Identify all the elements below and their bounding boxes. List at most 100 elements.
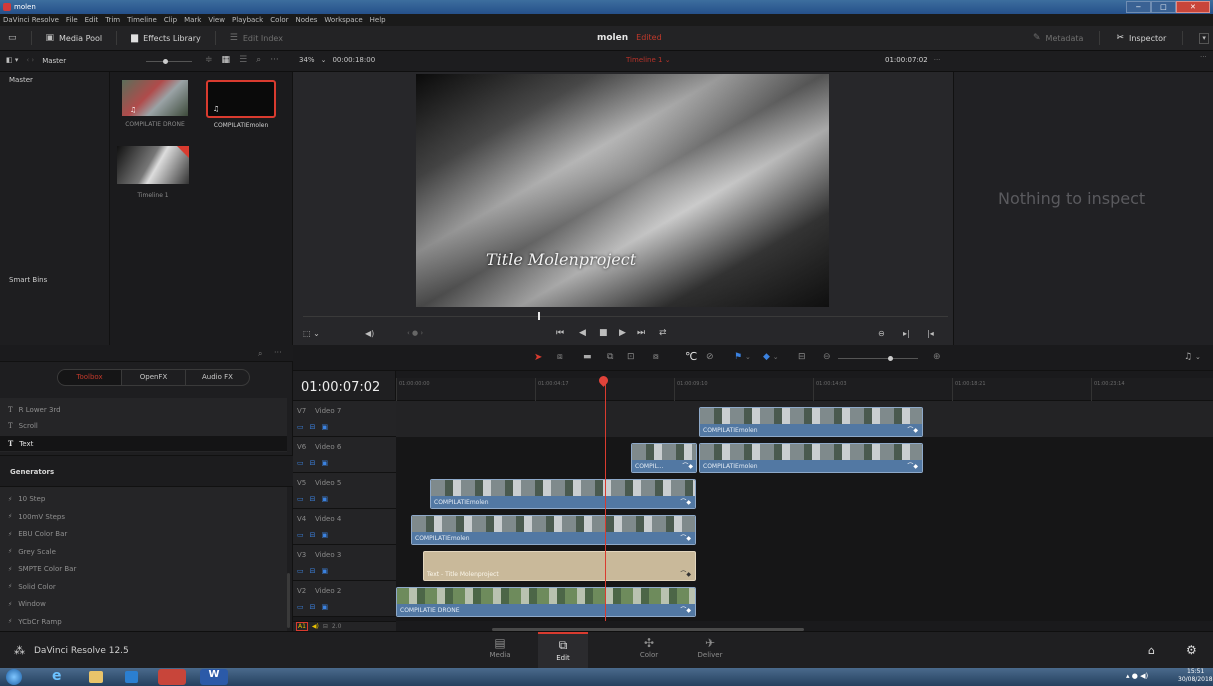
audio-meter-icon[interactable]: ♫ ⌄	[1184, 353, 1201, 362]
minimize-button[interactable]: −	[1126, 1, 1151, 13]
menu-item-edit[interactable]: Edit	[85, 14, 99, 26]
page-edit[interactable]: ⧉ Edit	[538, 632, 588, 669]
viewer-scrub-bar[interactable]	[303, 312, 948, 320]
davinci-taskbar-icon[interactable]	[158, 669, 186, 685]
track-header-v6[interactable]: V6 Video 6 ▭⊟▣	[293, 437, 396, 473]
page-color[interactable]: ✣ Color	[627, 636, 671, 659]
media-item-timeline-1[interactable]: Timeline 1	[116, 146, 190, 206]
more-options-icon[interactable]: ···	[270, 56, 279, 65]
track-controls-icon[interactable]: ▭⊟▣	[297, 423, 334, 431]
menu-item-trim[interactable]: Trim	[105, 14, 120, 26]
effects-search-icon[interactable]: ⌕	[258, 349, 262, 358]
zoom-dropdown-icon[interactable]: ⌄	[321, 56, 327, 65]
go-to-start-icon[interactable]: ⏮	[556, 329, 564, 338]
blade-tool-icon[interactable]: ▬	[583, 353, 592, 362]
timeline-ruler[interactable]: 01:00:00:00 01:00:04:17 01:00:09:10 01:00:1…	[396, 378, 1213, 401]
timeline-view-icon[interactable]: ⊟	[798, 353, 806, 362]
internet-explorer-icon[interactable]: e	[52, 668, 62, 684]
loop-icon[interactable]: ⇄	[659, 329, 667, 338]
title-item-lower-3rd[interactable]: TR Lower 3rd	[8, 406, 61, 414]
menu-item-file[interactable]: File	[66, 14, 78, 26]
viewer-frame[interactable]: Title Molenproject	[416, 74, 829, 307]
track-header-v7[interactable]: V7 Video 7 ▭⊟▣	[293, 401, 396, 437]
menu-item-color[interactable]: Color	[270, 14, 288, 26]
flag-icon[interactable]: ⚑ ⌄	[734, 353, 751, 362]
grid-view-icon[interactable]: ▦	[222, 56, 231, 65]
clip-v5-compilatiemolen[interactable]: COMPILATIEmolen ⌒◆	[430, 479, 696, 509]
media-item-compilatie-drone[interactable]: ♫ COMPILATIE DRONE	[120, 80, 190, 132]
zoom-in-icon[interactable]: ⊕	[933, 353, 941, 362]
clip-v3-text-title[interactable]: Text - Title Molenproject ⌒◆	[423, 551, 696, 581]
viewer-options-icon[interactable]: ···	[934, 56, 941, 64]
menu-item-timeline[interactable]: Timeline	[127, 14, 157, 26]
media-pool-button[interactable]: ▣ Media Pool	[46, 33, 103, 43]
media-player-icon[interactable]	[125, 671, 138, 683]
mark-in-icon[interactable]: ▸|	[903, 329, 910, 338]
page-media[interactable]: ▤ Media	[478, 636, 522, 659]
title-item-scroll[interactable]: T Scroll	[8, 422, 38, 430]
clip-v6-compilatiemolen[interactable]: COMPILATIEmolen ⌒◆	[699, 443, 923, 473]
media-item-compilatiemolen[interactable]: ♫ COMPILATIEmolen	[205, 80, 277, 132]
tab-audio-fx[interactable]: Audio FX	[185, 370, 249, 385]
effects-scrollbar[interactable]	[287, 573, 290, 628]
replace-clip-icon[interactable]: ⧇	[653, 353, 659, 362]
menu-item-workspace[interactable]: Workspace	[324, 14, 362, 26]
audio-volume-icon[interactable]: ◀)	[365, 329, 374, 338]
match-frame-icon[interactable]: ⊖	[878, 329, 885, 338]
track-controls-icon[interactable]: ▭⊟▣	[297, 531, 334, 539]
clip-v7-compilatiemolen[interactable]: COMPILATIEmolen ⌒◆	[699, 407, 923, 437]
title-item-text[interactable]: T Text	[0, 436, 287, 451]
menu-item-help[interactable]: Help	[370, 14, 386, 26]
generator-item[interactable]: ⚡ Solid Color	[8, 583, 56, 591]
clip-v2-compilatie-drone[interactable]: COMPILATIE DRONE ⌒◆	[396, 587, 696, 617]
lock-icon[interactable]: ⊟	[323, 623, 328, 630]
viewer-mode-icon[interactable]: ⬚ ⌄	[303, 329, 320, 338]
snapping-icon[interactable]: ℃	[685, 351, 697, 362]
settings-icon[interactable]: ⚙	[1186, 643, 1197, 657]
workspace-toggle-icon[interactable]: ▭	[8, 33, 17, 43]
list-view-icon[interactable]: ☰	[239, 56, 247, 65]
inspector-button[interactable]: ✂ Inspector	[1116, 33, 1166, 43]
clip-v4-compilatiemolen[interactable]: COMPILATIEmolen ⌒◆	[411, 515, 696, 545]
word-icon[interactable]: W	[200, 669, 228, 685]
generator-item[interactable]: ⚡ SMPTE Color Bar	[8, 565, 76, 573]
edit-index-button[interactable]: ☰ Edit Index	[230, 33, 283, 43]
page-deliver[interactable]: ✈ Deliver	[688, 636, 732, 659]
mark-out-icon[interactable]: |◂	[927, 329, 934, 338]
menu-item-view[interactable]: View	[208, 14, 225, 26]
track-header-v4[interactable]: V4 Video 4 ▭⊟▣	[293, 509, 396, 545]
tab-openfx[interactable]: OpenFX	[121, 370, 185, 385]
viewer-zoom[interactable]: 34%	[299, 56, 315, 65]
track-header-v5[interactable]: V5 Video 5 ▭⊟▣	[293, 473, 396, 509]
jog-control-icon[interactable]: ‹ ● ›	[407, 329, 423, 338]
track-header-v3[interactable]: V3 Video 3 ▭⊟▣	[293, 545, 396, 581]
generator-item[interactable]: ⚡ 10 Step	[8, 495, 45, 503]
trim-tool-icon[interactable]: ⧈	[557, 353, 563, 362]
effects-library-button[interactable]: ▆ Effects Library	[131, 33, 201, 43]
generator-item[interactable]: ⚡ Grey Scale	[8, 548, 56, 556]
metadata-button[interactable]: ✎ Metadata	[1033, 33, 1083, 43]
menu-item-mark[interactable]: Mark	[184, 14, 201, 26]
track-controls-icon[interactable]: ▭⊟▣	[297, 495, 334, 503]
maximize-button[interactable]: □	[1150, 1, 1176, 13]
sort-icon[interactable]: ≑	[205, 56, 213, 65]
tab-toolbox[interactable]: Toolbox	[58, 370, 121, 385]
menu-item-nodes[interactable]: Nodes	[295, 14, 317, 26]
thumbnail-size-slider[interactable]	[146, 59, 192, 64]
panel-layout-icon[interactable]: ◧ ▾	[6, 56, 18, 65]
generator-item[interactable]: ⚡ EBU Color Bar	[8, 530, 67, 538]
home-icon[interactable]: ⌂	[1148, 644, 1155, 657]
expand-panel-icon[interactable]: ▾	[1199, 32, 1209, 44]
generator-item[interactable]: ⚡ Window	[8, 600, 46, 608]
timeline-selector[interactable]: Timeline 1 ⌄	[626, 56, 671, 64]
menu-item-clip[interactable]: Clip	[164, 14, 177, 26]
overwrite-clip-icon[interactable]: ⊡	[627, 353, 635, 362]
effects-more-icon[interactable]: ···	[274, 348, 282, 357]
tray-icons[interactable]: ▴ ● ◀)	[1126, 672, 1148, 680]
search-icon[interactable]: ⌕	[256, 56, 261, 65]
zoom-out-icon[interactable]: ⊖	[823, 353, 831, 362]
close-button[interactable]: ✕	[1175, 1, 1210, 13]
track-controls-icon[interactable]: ▭⊟▣	[297, 603, 334, 611]
menu-item-playback[interactable]: Playback	[232, 14, 263, 26]
go-to-end-icon[interactable]: ⏭	[637, 329, 645, 338]
